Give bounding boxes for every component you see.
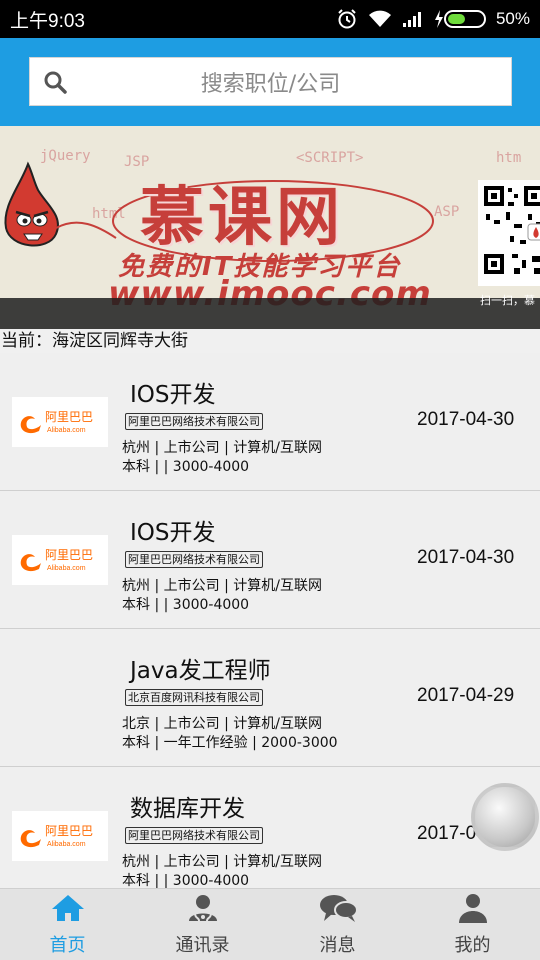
job-title: Java发工程师 [130, 658, 271, 684]
job-title: IOS开发 [130, 382, 216, 408]
mascot-icon [0, 156, 118, 260]
status-icons: 50% [336, 8, 530, 30]
company-badge: 北京百度网讯科技有限公司 [125, 689, 263, 706]
job-list[interactable]: 阿里巴巴 Alibaba.com IOS开发 阿里巴巴网络技术有限公司 杭州 |… [0, 353, 540, 888]
search-box[interactable]: 搜索职位/公司 [29, 57, 512, 106]
svg-text:Alibaba.com: Alibaba.com [47, 565, 86, 572]
nav-messages[interactable]: 消息 [270, 889, 405, 960]
banner-bg-word: <SCRIPT> [296, 150, 364, 166]
user-icon [455, 893, 491, 927]
contacts-icon [185, 893, 221, 927]
app-header: 搜索职位/公司 [0, 38, 540, 126]
job-title: IOS开发 [130, 520, 216, 546]
wifi-icon [368, 9, 392, 29]
job-meta-location: 杭州 | 上市公司 | 计算机/互联网 [122, 854, 322, 870]
job-item[interactable]: 阿里巴巴 Alibaba.com IOS开发 阿里巴巴网络技术有限公司 杭州 |… [0, 353, 540, 491]
home-icon [50, 893, 86, 927]
alibaba-logo-icon: 阿里巴巴 Alibaba.com [12, 811, 108, 861]
alibaba-logo-icon: 阿里巴巴 Alibaba.com [12, 397, 108, 447]
svg-text:阿里巴巴: 阿里巴巴 [45, 548, 93, 562]
banner-caption-bar [0, 298, 540, 329]
job-date: 2017-04-30 [417, 547, 515, 568]
qr-caption: 扫一扫，慕 [480, 294, 535, 307]
job-title: 数据库开发 [130, 796, 245, 822]
job-meta-requirements: 本科 | 一年工作经验 | 2000-3000 [122, 735, 338, 751]
status-bar: 上午9:03 50% [0, 0, 540, 38]
alibaba-logo-icon: 阿里巴巴 Alibaba.com [12, 535, 108, 585]
company-badge: 阿里巴巴网络技术有限公司 [125, 413, 263, 430]
bottom-navigation: 首页 通讯录 消息 我的 [0, 888, 540, 960]
battery-icon [434, 10, 486, 28]
search-placeholder: 搜索职位/公司 [200, 71, 341, 97]
nav-profile[interactable]: 我的 [405, 889, 540, 960]
job-meta-location: 北京 | 上市公司 | 计算机/互联网 [122, 716, 322, 732]
job-meta-location: 杭州 | 上市公司 | 计算机/互联网 [122, 440, 322, 456]
battery-percent: 50% [495, 9, 530, 28]
company-badge: 阿里巴巴网络技术有限公司 [125, 551, 263, 568]
job-date: 2017-04-29 [417, 685, 515, 706]
job-item[interactable]: 阿里巴巴 Alibaba.com IOS开发 阿里巴巴网络技术有限公司 杭州 |… [0, 491, 540, 629]
message-icon [318, 893, 358, 927]
company-badge: 阿里巴巴网络技术有限公司 [125, 827, 263, 844]
job-meta-location: 杭州 | 上市公司 | 计算机/互联网 [122, 578, 322, 594]
job-meta-requirements: 本科 | | 3000-4000 [122, 459, 250, 475]
svg-text:Alibaba.com: Alibaba.com [47, 841, 86, 848]
nav-profile-label: 我的 [454, 934, 491, 956]
nav-home-label: 首页 [49, 934, 86, 956]
search-icon [30, 70, 80, 94]
nav-messages-label: 消息 [319, 934, 356, 956]
alarm-icon [336, 8, 358, 30]
nav-contacts-label: 通讯录 [175, 934, 230, 956]
job-item[interactable]: Java发工程师 北京百度网讯科技有限公司 北京 | 上市公司 | 计算机/互联… [0, 629, 540, 767]
job-meta-requirements: 本科 | | 3000-4000 [122, 597, 250, 613]
banner-bg-word: htm [496, 150, 522, 166]
job-meta-requirements: 本科 | | 3000-4000 [122, 873, 250, 888]
qr-code [478, 180, 540, 286]
banner-brand: 慕课网 [140, 180, 344, 255]
current-location: 当前：海淀区同辉寺大街 [1, 331, 188, 351]
svg-text:阿里巴巴: 阿里巴巴 [45, 824, 93, 838]
nav-contacts[interactable]: 通讯录 [135, 889, 270, 960]
job-date: 2017-04-30 [417, 409, 515, 430]
signal-icon [402, 10, 424, 28]
job-item[interactable]: 阿里巴巴 Alibaba.com 数据库开发 阿里巴巴网络技术有限公司 杭州 |… [0, 767, 540, 888]
status-time: 上午9:03 [10, 10, 85, 32]
nav-home[interactable]: 首页 [0, 889, 135, 960]
banner-carousel[interactable]: jQuery JSP <SCRIPT> htm html ASP 慕课网 免费的… [0, 126, 540, 329]
svg-text:阿里巴巴: 阿里巴巴 [45, 410, 93, 424]
floating-assistive-button[interactable] [471, 783, 539, 851]
svg-text:Alibaba.com: Alibaba.com [47, 427, 86, 434]
